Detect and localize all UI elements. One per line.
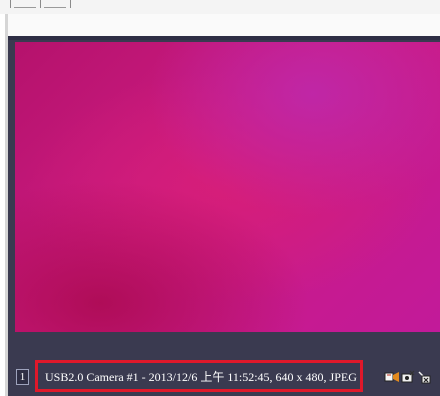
camera-caption: USB2.0 Camera #1 - 2013/12/6 上午 11:52:45… (45, 370, 357, 384)
panel-header-divider (8, 36, 440, 40)
camera-status-bar: 1 USB2.0 Camera #1 - 2013/12/6 上午 11:52:… (8, 348, 440, 396)
camera-panel: 1 USB2.0 Camera #1 - 2013/12/6 上午 11:52:… (8, 14, 440, 396)
toolbar-separator (70, 0, 71, 8)
camera-viewer-window: 1 USB2.0 Camera #1 - 2013/12/6 上午 11:52:… (0, 0, 440, 396)
toolbar-separator (40, 0, 41, 8)
channel-number-badge[interactable]: 1 (16, 369, 29, 385)
snapshot-icon[interactable] (401, 370, 415, 384)
close-window-icon[interactable] (417, 370, 431, 384)
toolbar-tab-edge (44, 7, 66, 8)
panel-header (8, 14, 440, 40)
toolbar-separator (10, 0, 11, 8)
record-icon[interactable] (384, 370, 399, 384)
toolbar-tab-edge (14, 7, 36, 8)
camera-feed[interactable] (15, 42, 440, 332)
top-toolbar-strip (0, 0, 440, 14)
